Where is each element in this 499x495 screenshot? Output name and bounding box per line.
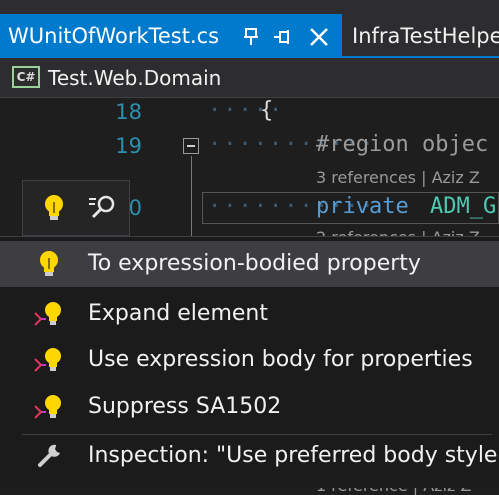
tab-title: InfraTestHelpe (352, 24, 499, 48)
code-line: #region objec (316, 132, 489, 157)
magnifier-tool-icon[interactable] (87, 193, 119, 223)
menu-item-suppress-sa1502[interactable]: Suppress SA1502 (0, 384, 499, 430)
csharp-project-icon: C# (12, 66, 40, 88)
menu-item-label: Use expression body for properties (88, 347, 473, 372)
tab-wunitofworktest[interactable]: WUnitOfWorkTest.cs (0, 14, 342, 58)
lightbulb-icon (40, 251, 58, 276)
tab-title: WUnitOfWorkTest.cs (8, 24, 220, 48)
code-line: { (260, 98, 274, 123)
quick-actions-bar (22, 180, 130, 236)
menu-item-label: Inspection: "Use preferred body style" (88, 443, 499, 468)
navigation-bar[interactable]: C# Test.Web.Domain (0, 58, 499, 98)
code-keyword: private (316, 194, 409, 219)
quick-actions-menu: To expression-bodied property Expand ele… (0, 236, 499, 488)
menu-item-inspection[interactable]: Inspection: "Use preferred body style" (0, 433, 499, 479)
pin-icon[interactable] (240, 26, 262, 48)
wrench-icon (38, 444, 60, 467)
menu-item-expand-element[interactable]: Expand element (0, 291, 499, 337)
line-number: 19 (115, 134, 142, 158)
resharper-bulb-icon (34, 302, 61, 326)
pinned-icon[interactable] (272, 26, 294, 48)
resharper-bulb-icon (34, 348, 61, 372)
codelens[interactable]: 3 references | Aziz Z (316, 168, 480, 187)
line-number: 18 (115, 100, 142, 124)
menu-item-label: Suppress SA1502 (88, 394, 282, 419)
code-type: ADM_G (430, 194, 497, 219)
close-icon[interactable] (306, 24, 332, 50)
resharper-bulb-icon (34, 395, 61, 419)
project-dropdown[interactable]: Test.Web.Domain (48, 66, 221, 90)
menu-item-label: To expression-bodied property (88, 251, 421, 276)
menu-item-to-expression-bodied-property[interactable]: To expression-bodied property (0, 241, 499, 287)
lightbulb-icon[interactable] (41, 193, 67, 223)
collapse-toggle[interactable] (183, 138, 199, 154)
menu-item-label: Expand element (88, 301, 268, 326)
menu-item-use-expression-body[interactable]: Use expression body for properties (0, 337, 499, 383)
